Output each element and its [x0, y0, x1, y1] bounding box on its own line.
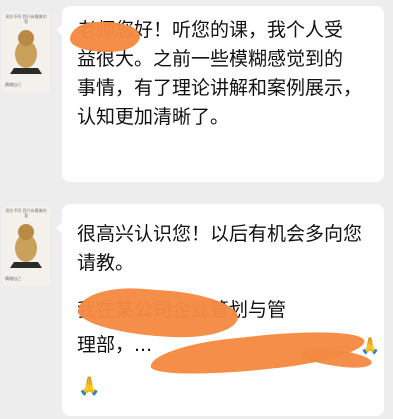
- message-line: 请教。: [77, 252, 135, 274]
- sender-avatar[interactable]: 现在不同 我只有最美的我 情绪自己: [2, 206, 50, 286]
- message-line: 很高兴认识您！以后有机会多向您: [77, 223, 363, 245]
- message-line: 认知更加清晰了。: [77, 106, 230, 128]
- avatar-name: 情绪自己: [5, 82, 21, 87]
- redaction-mark: [70, 22, 140, 52]
- sender-avatar[interactable]: 现在不同 我只有最美的我 情绪自己: [2, 12, 50, 92]
- avatar-caption: 现在不同 我只有最美的我: [5, 14, 47, 24]
- pray-emoji-icon: 🙏: [360, 336, 380, 355]
- dog-avatar-icon: [10, 224, 42, 268]
- avatar-name: 情绪自己: [5, 276, 21, 281]
- pray-emoji-icon: 🙏: [78, 376, 101, 397]
- dog-avatar-icon: [10, 30, 42, 74]
- avatar-caption: 现在不同 我只有最美的我: [5, 208, 47, 218]
- message-line: 事情，有了理论讲解和案例展示，: [77, 77, 363, 99]
